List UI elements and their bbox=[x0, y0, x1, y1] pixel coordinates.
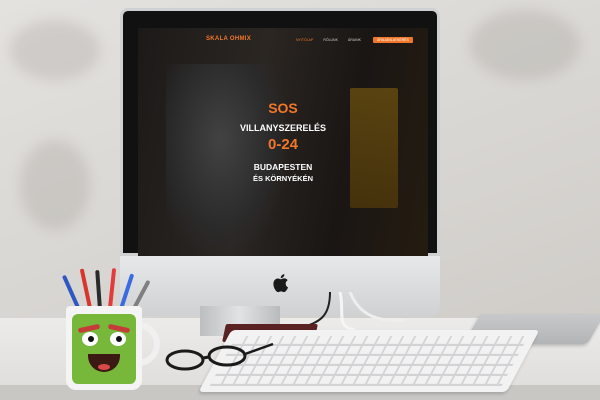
eye bbox=[110, 332, 126, 346]
eyeglasses bbox=[165, 342, 274, 371]
hero-location-sub: ÉS KÖRNYÉKÉN bbox=[252, 174, 313, 183]
electrician-photo bbox=[166, 64, 286, 254]
site-logo[interactable]: SKALA OHMIX bbox=[206, 36, 251, 42]
eye bbox=[82, 332, 98, 346]
mug bbox=[66, 306, 142, 390]
mouth bbox=[88, 354, 120, 372]
hero-hours: 0-24 bbox=[267, 136, 299, 153]
hero-sos: SOS bbox=[268, 100, 298, 116]
leaf-shadow bbox=[10, 20, 100, 80]
nav-item-prices[interactable]: ÁRAINK bbox=[348, 38, 361, 42]
hero-service: VILLANYSZERELÉS bbox=[239, 123, 326, 133]
site-header: SKALA OHMIX NYITÓLAP RÓLUNK ÁRAINK ÁRAJÁ… bbox=[138, 28, 428, 54]
quote-request-button[interactable]: ÁRAJÁNLATKÉRÉS bbox=[373, 37, 413, 43]
oscar-face-print bbox=[72, 314, 136, 384]
site-nav: NYITÓLAP RÓLUNK ÁRAINK bbox=[296, 38, 361, 42]
nav-item-home[interactable]: NYITÓLAP bbox=[296, 38, 313, 42]
hero-location: BUDAPESTEN bbox=[253, 162, 313, 172]
leaf-shadow bbox=[470, 10, 580, 80]
nav-item-about[interactable]: RÓLUNK bbox=[323, 38, 338, 42]
website-screen: SKALA OHMIX NYITÓLAP RÓLUNK ÁRAINK ÁRAJÁ… bbox=[138, 28, 428, 256]
apple-logo-icon bbox=[273, 274, 289, 293]
leaf-shadow bbox=[20, 140, 90, 230]
monitor-bezel: SKALA OHMIX NYITÓLAP RÓLUNK ÁRAINK ÁRAJÁ… bbox=[120, 8, 440, 256]
imac-monitor: SKALA OHMIX NYITÓLAP RÓLUNK ÁRAINK ÁRAJÁ… bbox=[120, 8, 440, 316]
